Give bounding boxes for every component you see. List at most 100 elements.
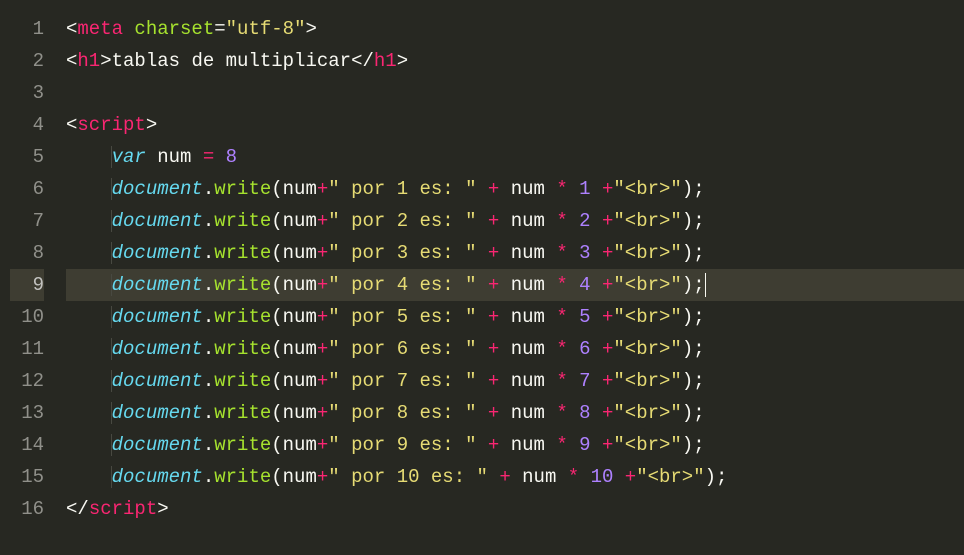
code-token: num [511,306,545,328]
code-token [545,274,556,296]
code-token: h1 [374,50,397,72]
indent [66,402,112,424]
code-token: . [203,402,214,424]
code-line[interactable]: document.write(num+" por 7 es: " + num *… [66,365,964,397]
code-token: + [602,434,613,456]
code-token: num [511,242,545,264]
line-number[interactable]: 12 [10,365,44,397]
code-line[interactable]: document.write(num+" por 2 es: " + num *… [66,205,964,237]
code-token [477,434,488,456]
code-token: ( [271,178,282,200]
line-number[interactable]: 9 [10,269,44,301]
code-line[interactable]: <script> [66,109,964,141]
indent [66,242,112,264]
code-line[interactable]: document.write(num+" por 8 es: " + num *… [66,397,964,429]
code-token: . [203,178,214,200]
code-token: > [146,114,157,136]
line-number[interactable]: 15 [10,461,44,493]
code-line[interactable]: document.write(num+" por 1 es: " + num *… [66,173,964,205]
code-token: + [317,306,328,328]
code-token: ; [693,210,704,232]
code-token: . [203,274,214,296]
line-number[interactable]: 7 [10,205,44,237]
code-token [511,466,522,488]
code-token: 4 [579,274,590,296]
code-token: ) [682,242,693,264]
code-token [123,18,134,40]
code-token: + [602,338,613,360]
code-line[interactable]: <h1>tablas de multiplicar</h1> [66,45,964,77]
code-token: ) [682,402,693,424]
code-token: ) [682,274,693,296]
code-token: * [556,306,567,328]
code-token [568,306,579,328]
code-token: < [66,50,77,72]
line-number[interactable]: 13 [10,397,44,429]
code-line[interactable]: document.write(num+" por 3 es: " + num *… [66,237,964,269]
code-token: + [602,242,613,264]
code-token [591,402,602,424]
code-token: document [112,370,203,392]
code-token [146,146,157,168]
code-token: tablas de multiplicar [112,50,351,72]
code-token: "<br>" [613,370,681,392]
code-editor[interactable]: 12345678910111213141516 <meta charset="u… [0,0,964,555]
line-number[interactable]: 11 [10,333,44,365]
code-line[interactable]: document.write(num+" por 10 es: " + num … [66,461,964,493]
code-token: write [214,210,271,232]
code-line[interactable]: var num = 8 [66,141,964,173]
code-token: document [112,210,203,232]
code-token: num [283,242,317,264]
code-line[interactable]: document.write(num+" por 6 es: " + num *… [66,333,964,365]
code-token: + [625,466,636,488]
code-token: document [112,242,203,264]
line-number-gutter[interactable]: 12345678910111213141516 [0,0,56,555]
line-number[interactable]: 14 [10,429,44,461]
code-token: + [602,306,613,328]
code-token: 1 [579,178,590,200]
code-line[interactable]: </script> [66,493,964,525]
line-number[interactable]: 3 [10,77,44,109]
line-number[interactable]: 10 [10,301,44,333]
code-token: 6 [579,338,590,360]
code-token [613,466,624,488]
code-token: 8 [226,146,237,168]
line-number[interactable]: 16 [10,493,44,525]
code-token [477,274,488,296]
text-cursor [705,273,706,297]
code-token [499,274,510,296]
code-token: 7 [579,370,590,392]
line-number[interactable]: 1 [10,13,44,45]
code-area[interactable]: <meta charset="utf-8"> < h1 > tablas de mult… [56,0,964,555]
code-token: ) [682,370,693,392]
code-token: write [214,178,271,200]
code-token: num [283,178,317,200]
code-token: document [112,306,203,328]
code-token [545,178,556,200]
code-token: + [317,274,328,296]
line-number[interactable]: 5 [10,141,44,173]
code-token: . [203,242,214,264]
code-line[interactable]: document.write(num+" por 9 es: " + num *… [66,429,964,461]
code-token [499,370,510,392]
code-line[interactable]: document.write(num+" por 4 es: " + num *… [66,269,964,301]
code-token [591,338,602,360]
code-token: "<br>" [613,242,681,264]
code-line[interactable] [66,77,964,109]
code-token: " por 1 es: " [328,178,476,200]
line-number[interactable]: 4 [10,109,44,141]
code-token: document [112,466,203,488]
code-token: num [511,402,545,424]
code-token: ) [682,306,693,328]
line-number[interactable]: 8 [10,237,44,269]
code-token [499,306,510,328]
code-token: num [283,210,317,232]
code-token: * [556,242,567,264]
code-line[interactable]: <meta charset="utf-8"> [66,13,964,45]
code-token: num [283,466,317,488]
code-line[interactable]: document.write(num+" por 5 es: " + num *… [66,301,964,333]
code-token [568,210,579,232]
line-number[interactable]: 6 [10,173,44,205]
code-token: num [283,306,317,328]
line-number[interactable]: 2 [10,45,44,77]
